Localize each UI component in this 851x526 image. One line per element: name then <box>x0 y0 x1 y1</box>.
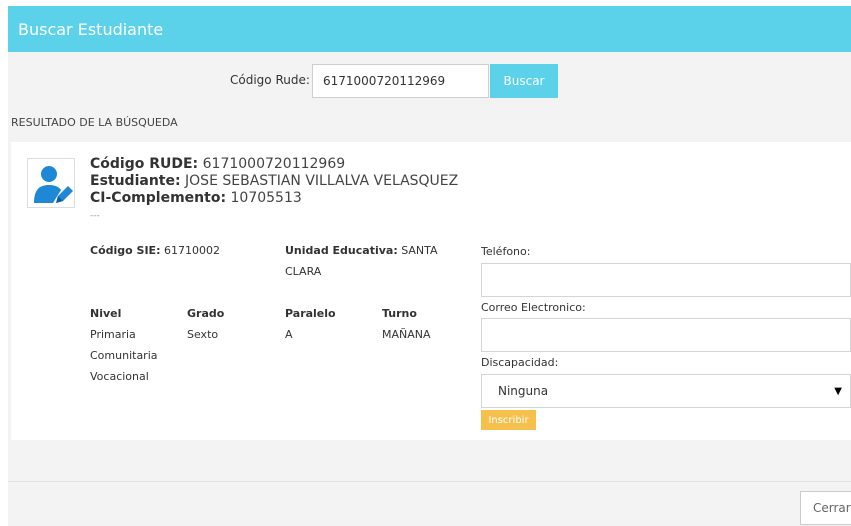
nivel-column: Nivel Primaria Comunitaria Vocacional <box>90 303 158 387</box>
grado-value: Sexto <box>187 328 219 341</box>
ci-line: CI-Complemento: 10705513 <box>90 190 302 206</box>
user-edit-icon <box>27 158 75 208</box>
sie-line: Código SIE: 61710002 <box>90 240 220 261</box>
student-card: Código RUDE: 6171000720112969 Estudiante… <box>11 142 851 440</box>
sie-value: 61710002 <box>163 244 220 257</box>
disability-selected: Ninguna <box>498 384 549 398</box>
paralelo-label: Paralelo <box>285 307 336 320</box>
search-label: Código Rude: <box>230 73 310 87</box>
nivel-value-1: Primaria <box>90 328 136 341</box>
student-name: JOSE SEBASTIAN VILLALVA VELASQUEZ <box>185 173 459 189</box>
sie-label: Código SIE: <box>90 244 161 257</box>
modal-body: Código Rude: Buscar RESULTADO DE LA BÚSQ… <box>8 52 851 481</box>
disability-label: Discapacidad: <box>481 356 559 369</box>
email-input[interactable] <box>481 318 851 352</box>
rude-line: Código RUDE: 6171000720112969 <box>90 156 345 172</box>
turno-column: Turno MAÑANA <box>382 303 431 345</box>
student-line: Estudiante: JOSE SEBASTIAN VILLALVA VELA… <box>90 173 458 189</box>
ci-value: 10705513 <box>230 190 302 206</box>
turno-label: Turno <box>382 307 417 320</box>
search-button[interactable]: Buscar <box>490 64 558 98</box>
ci-label: CI-Complemento: <box>90 190 227 206</box>
modal-header: Buscar Estudiante <box>8 6 851 52</box>
school-line: Unidad Educativa: SANTA CLARA <box>285 240 455 282</box>
grado-column: Grado Sexto <box>187 303 224 345</box>
rude-search-input[interactable] <box>312 64 489 98</box>
modal-title: Buscar Estudiante <box>18 19 164 39</box>
nivel-label: Nivel <box>90 307 122 320</box>
results-title: RESULTADO DE LA BÚSQUEDA <box>11 116 178 129</box>
rude-label: Código RUDE: <box>90 156 199 172</box>
enroll-button[interactable]: Inscribir <box>481 410 536 430</box>
school-label: Unidad Educativa: <box>285 244 398 257</box>
rude-value: 6171000720112969 <box>202 156 346 172</box>
nivel-value-3: Vocacional <box>90 370 149 383</box>
phone-input[interactable] <box>481 263 851 297</box>
school-value-1: SANTA <box>401 244 438 257</box>
paralelo-value: A <box>285 328 293 341</box>
phone-label: Teléfono: <box>481 245 531 258</box>
caret-down-icon: ▼ <box>834 385 842 397</box>
school-value-2: CLARA <box>285 265 322 278</box>
close-button[interactable]: Cerrar <box>800 491 851 525</box>
modal-footer: Cerrar <box>8 482 851 526</box>
disability-select[interactable]: Ninguna ▼ <box>481 374 851 408</box>
paralelo-column: Paralelo A <box>285 303 336 345</box>
nivel-value-2: Comunitaria <box>90 349 158 362</box>
grado-label: Grado <box>187 307 225 320</box>
separator-dash: --- <box>90 211 100 221</box>
turno-value: MAÑANA <box>382 328 431 341</box>
email-label: Correo Electronico: <box>481 301 586 314</box>
student-label: Estudiante: <box>90 173 181 189</box>
